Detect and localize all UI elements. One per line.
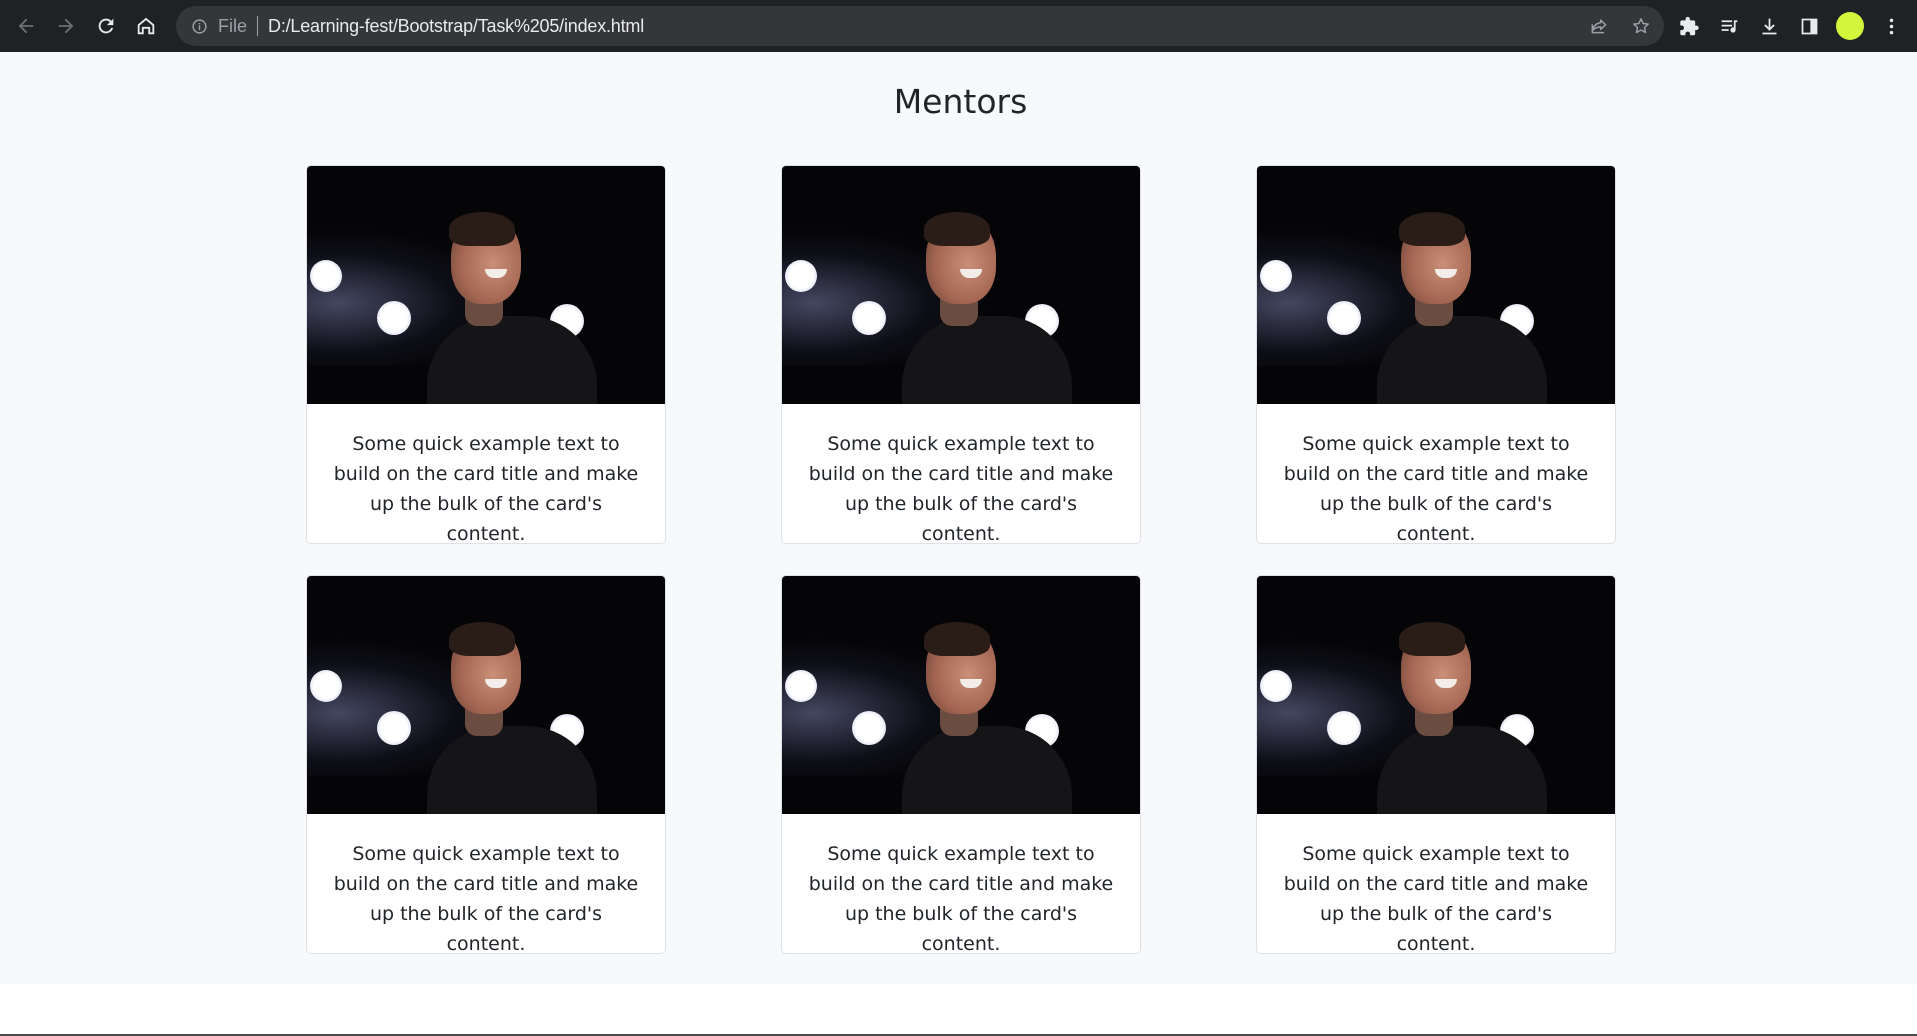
mentor-card: Some quick example text to build on the …: [1256, 165, 1616, 544]
mentor-photo: [307, 166, 665, 404]
media-queue-icon[interactable]: [1716, 13, 1742, 39]
site-info-icon[interactable]: [190, 17, 208, 35]
card-text: Some quick example text to build on the …: [333, 843, 639, 954]
mentor-card: Some quick example text to build on the …: [781, 165, 1141, 544]
page-content: Mentors Some quick example text to build…: [0, 52, 1917, 984]
card-text: Some quick example text to build on the …: [333, 433, 639, 544]
browser-toolbar: File D:/Learning-fest/Bootstrap/Task%205…: [0, 0, 1917, 52]
page-footer-area: [0, 984, 1917, 1034]
navigation-buttons: [6, 6, 166, 46]
url-scheme-label: File: [218, 15, 248, 36]
page-title: Mentors: [893, 82, 1028, 121]
profile-avatar[interactable]: [1836, 12, 1864, 40]
home-icon[interactable]: [126, 6, 166, 46]
mentor-card: Some quick example text to build on the …: [1256, 575, 1616, 954]
share-icon[interactable]: [1588, 15, 1610, 37]
card-text: Some quick example text to build on the …: [808, 843, 1114, 954]
extensions-puzzle-icon[interactable]: [1676, 13, 1702, 39]
address-bar-actions: [1588, 6, 1652, 46]
address-bar[interactable]: File D:/Learning-fest/Bootstrap/Task%205…: [176, 6, 1664, 46]
url-separator: [257, 16, 259, 36]
mentor-card: Some quick example text to build on the …: [306, 575, 666, 954]
url-text[interactable]: D:/Learning-fest/Bootstrap/Task%205/inde…: [268, 16, 644, 37]
mentor-photo: [782, 576, 1140, 814]
forward-arrow-icon[interactable]: [46, 6, 86, 46]
mentor-card: Some quick example text to build on the …: [306, 165, 666, 544]
mentor-photo: [782, 166, 1140, 404]
side-panel-icon[interactable]: [1796, 13, 1822, 39]
back-arrow-icon[interactable]: [6, 6, 46, 46]
bookmark-star-icon[interactable]: [1630, 15, 1652, 37]
mentor-photo: [1257, 576, 1615, 814]
mentor-card: Some quick example text to build on the …: [781, 575, 1141, 954]
mentor-photo: [1257, 166, 1615, 404]
mentor-photo: [307, 576, 665, 814]
download-icon[interactable]: [1756, 13, 1782, 39]
browser-tools: [1676, 6, 1904, 46]
reload-icon[interactable]: [86, 6, 126, 46]
more-menu-icon[interactable]: [1878, 13, 1904, 39]
card-text: Some quick example text to build on the …: [808, 433, 1114, 544]
card-text: Some quick example text to build on the …: [1283, 433, 1589, 544]
card-text: Some quick example text to build on the …: [1283, 843, 1589, 954]
